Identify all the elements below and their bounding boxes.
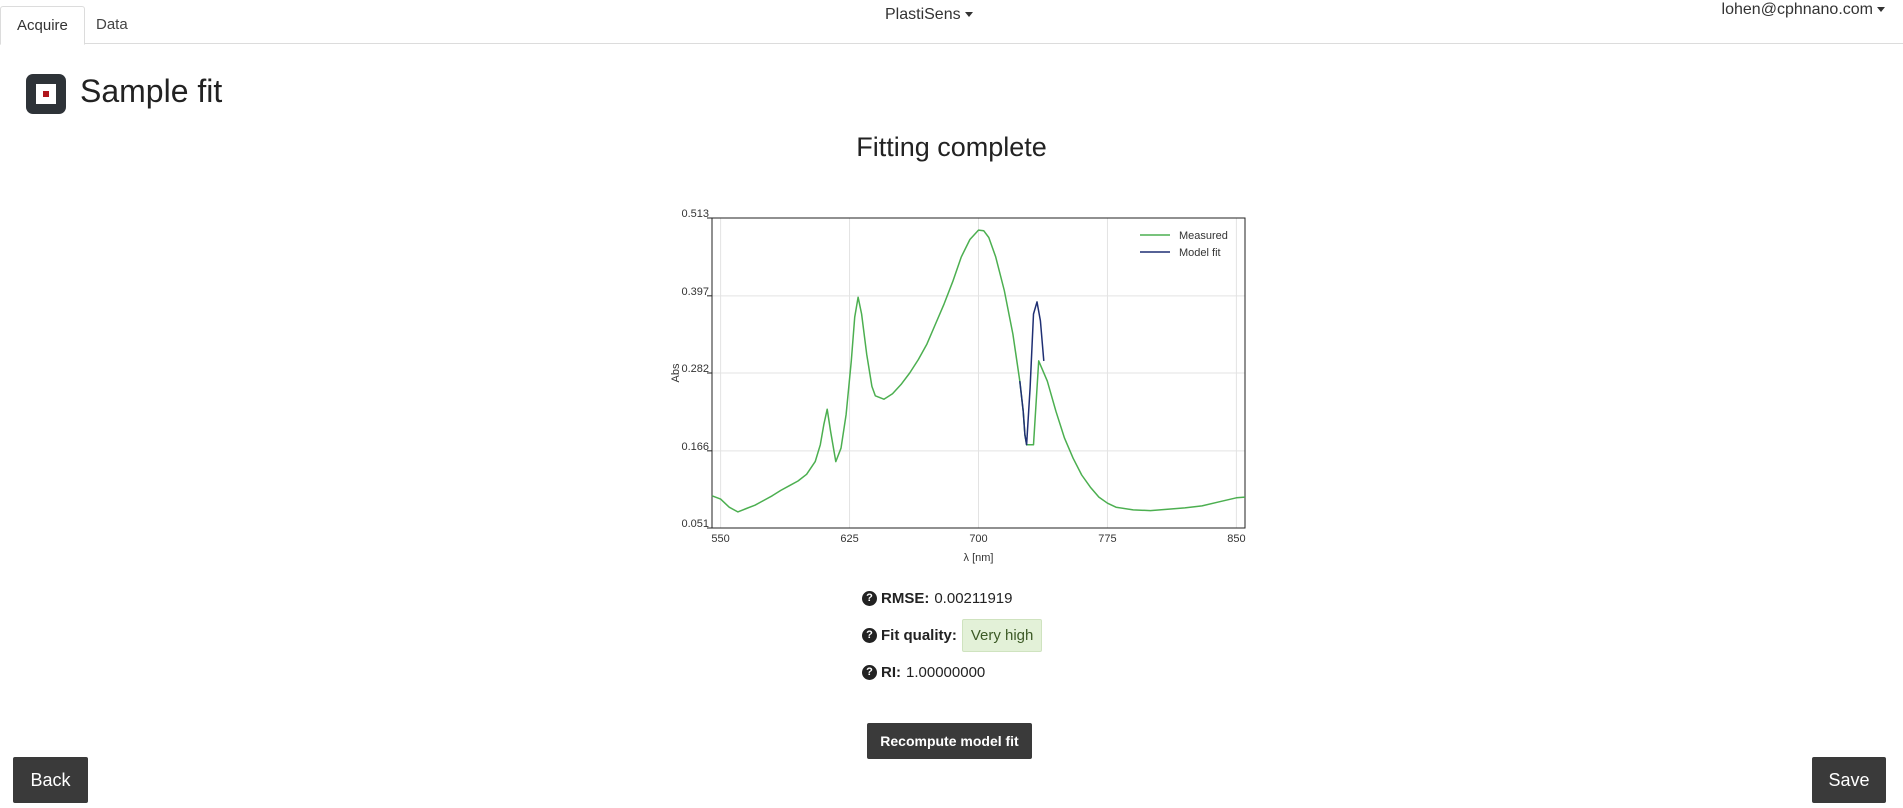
x-tick-label: 625 [840,533,858,545]
x-tick-label: 850 [1227,533,1245,545]
y-tick-label: 0.166 [681,441,709,453]
fitting-status-title: Fitting complete [856,132,1047,162]
y-tick-label: 0.397 [681,286,709,298]
top-nav: Acquire Data PlastiSens lohen@cphnano.co… [0,0,1903,45]
y-tick-label: 0.513 [681,208,709,220]
fit-stats: ? RMSE: 0.00211919 ? Fit quality: Very h… [862,580,1043,691]
x-tick-label: 775 [1098,533,1116,545]
y-tick-label: 0.282 [681,363,709,375]
x-tick-label: 700 [969,533,987,545]
user-email: lohen@cphnano.com [1721,1,1873,18]
fit-quality-badge: Very high [961,619,1043,652]
tab-data[interactable]: Data [80,6,144,45]
spectrum-chart: 0.513 0.397 0.282 0.166 0.051 550 625 700 775 85… [660,200,1260,565]
rmse-label: RMSE: [881,590,930,607]
question-circle-icon[interactable]: ? [862,591,877,606]
page-title: Sample fit [80,73,223,109]
legend-label: Measured [1179,230,1228,242]
chevron-down-icon [1877,7,1885,13]
stop-square-icon [26,74,66,114]
recompute-model-fit-button[interactable]: Recompute model fit [867,723,1032,759]
ri-value: 1.00000000 [906,664,986,681]
tab-acquire[interactable]: Acquire [0,6,85,45]
user-dropdown[interactable]: lohen@cphnano.com [1722,1,1885,19]
x-axis-label: λ [nm] [964,552,994,564]
x-tick-label: 550 [711,533,729,545]
chart-grid [712,217,1245,529]
y-tick-label: 0.051 [681,518,709,530]
chart-legend: Measured Model fit [1140,230,1228,259]
rmse-row: ? RMSE: 0.00211919 [862,580,1042,617]
back-button[interactable]: Back [13,757,88,803]
brand-dropdown[interactable]: PlastiSens [885,6,973,24]
brand-label: PlastiSens [885,6,961,23]
fit-quality-label: Fit quality: [881,627,957,644]
question-circle-icon[interactable]: ? [862,628,877,643]
rmse-value: 0.00211919 [934,590,1013,607]
fit-quality-row: ? Fit quality: Very high [862,617,1043,654]
chevron-down-icon [964,12,973,18]
y-axis-label: Abs [670,363,682,382]
save-button[interactable]: Save [1812,757,1886,803]
ri-row: ? RI: 1.00000000 [862,654,1042,691]
legend-label: Model fit [1179,247,1221,259]
question-circle-icon[interactable]: ? [862,665,877,680]
ri-label: RI: [881,664,901,681]
